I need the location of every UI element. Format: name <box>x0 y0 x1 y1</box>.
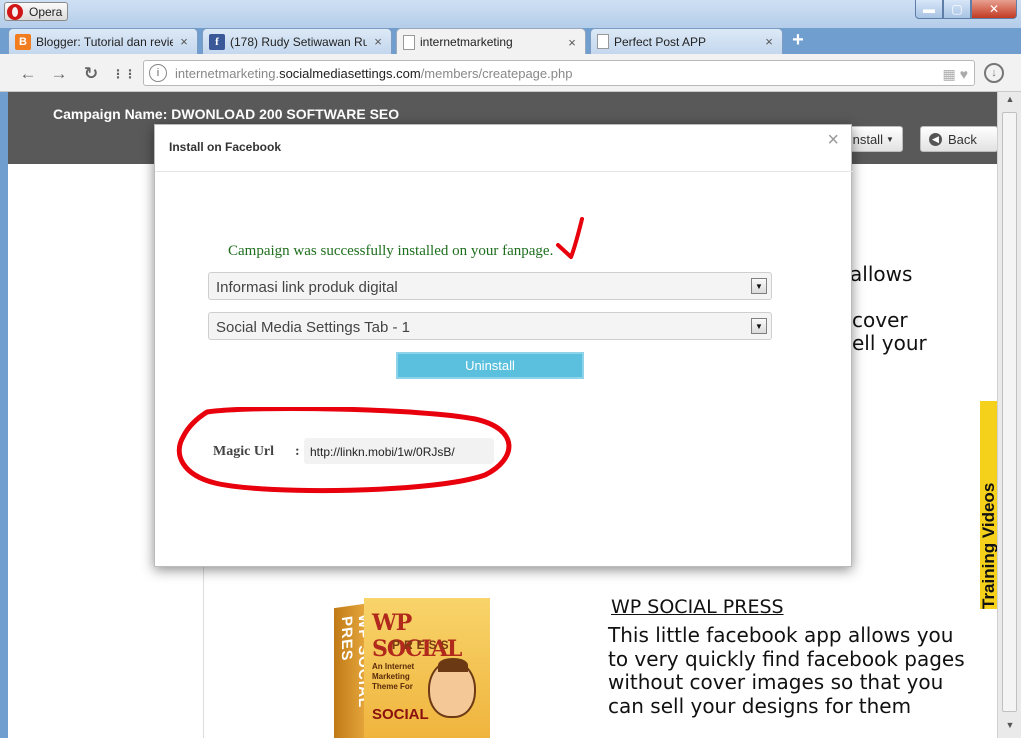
tab-bar: B Blogger: Tutorial dan revie × f (178) … <box>0 28 1021 55</box>
site-info-icon[interactable]: i <box>149 64 167 82</box>
tab-label: (178) Rudy Setiwawan Rud <box>230 34 367 49</box>
opera-logo-icon <box>7 3 23 20</box>
back-circle-icon: ◀ <box>929 132 942 146</box>
blogger-icon: B <box>15 33 31 50</box>
back-arrow-icon[interactable]: ← <box>17 63 39 85</box>
window-left-border <box>0 92 8 738</box>
product-tagline: An Internet Marketing Theme For <box>372 662 415 691</box>
new-tab-button[interactable]: + <box>789 30 807 50</box>
tab-label: Blogger: Tutorial dan revie <box>36 34 173 49</box>
heart-bookmark-icon[interactable]: ♥ <box>960 66 968 83</box>
vertical-scrollbar[interactable]: ▲ ▼ <box>997 92 1021 738</box>
background-text: ell your <box>852 331 927 355</box>
tab-close-icon[interactable]: × <box>762 34 776 49</box>
tab-facebook[interactable]: f (178) Rudy Setiwawan Rud × <box>202 28 392 54</box>
url-host: socialmediasettings.com <box>279 65 421 81</box>
scroll-up-arrow-icon[interactable]: ▲ <box>1002 94 1018 108</box>
tab-blogger[interactable]: B Blogger: Tutorial dan revie × <box>8 28 198 54</box>
success-message: Campaign was successfully installed on y… <box>228 243 554 259</box>
select-arrow-icon[interactable]: ▼ <box>751 318 767 334</box>
back-button[interactable]: ◀ Back <box>920 126 997 152</box>
magic-url-colon: : <box>295 444 300 459</box>
window-controls: ▬ ▢ ✕ <box>915 0 1017 19</box>
tab-internetmarketing[interactable]: internetmarketing × <box>396 28 586 55</box>
minimize-button[interactable]: ▬ <box>915 0 943 19</box>
modal-header: Install on Facebook × <box>155 125 853 172</box>
scrollbar-thumb[interactable] <box>1002 112 1017 712</box>
caret-down-icon: ▼ <box>885 134 894 144</box>
tab-close-icon[interactable]: × <box>371 34 385 49</box>
magic-url-label: Magic Url <box>213 444 275 459</box>
magic-url-field[interactable]: http://linkn.mobi/1w/0RJsB/ <box>304 438 494 464</box>
install-facebook-modal: Install on Facebook × Campaign was succe… <box>154 124 853 567</box>
tab-label: Perfect Post APP <box>614 34 707 49</box>
wp-social-press-product-box: WP SOCIAL PRES WP SOCIAL PRESS An Intern… <box>334 598 490 738</box>
modal-close-icon[interactable]: × <box>827 129 839 152</box>
url-prefix: internetmarketing. <box>175 65 280 81</box>
section-title[interactable]: WP SOCIAL PRESS <box>611 596 784 618</box>
download-icon[interactable]: ↓ <box>984 63 1004 83</box>
training-videos-tab[interactable]: Training Videos <box>979 401 998 609</box>
window-titlebar: Opera ▬ ▢ ✕ <box>0 0 1021 28</box>
tab-close-icon[interactable]: × <box>565 35 579 50</box>
speed-dial-icon[interactable]: ⋮⋮ <box>112 63 136 85</box>
product-social-text: SOCIAL <box>372 706 429 723</box>
address-bar[interactable]: i internetmarketing. socialmediasettings… <box>143 60 975 86</box>
cartoon-face-icon <box>428 658 476 718</box>
address-bar-actions: ▦ ♥ <box>942 66 968 83</box>
training-videos-label: Training Videos <box>979 482 998 609</box>
maximize-button[interactable]: ▢ <box>943 0 971 19</box>
product-select[interactable]: Informasi link produk digital ▼ <box>208 272 772 300</box>
modal-title: Install on Facebook <box>169 140 282 154</box>
stash-icon[interactable]: ▦ <box>942 66 955 83</box>
facebook-icon: f <box>209 33 225 50</box>
background-text: allows <box>850 262 913 286</box>
document-icon <box>403 34 415 50</box>
tab-close-icon[interactable]: × <box>177 34 191 49</box>
reload-icon[interactable]: ↻ <box>80 63 102 85</box>
product-select-value: Informasi link produk digital <box>216 279 398 296</box>
select-arrow-icon[interactable]: ▼ <box>751 278 767 294</box>
back-label: Back <box>948 131 977 147</box>
product-box-side: WP SOCIAL PRES <box>334 603 372 738</box>
background-text: cover <box>852 308 908 332</box>
tab-perfect-post-app[interactable]: Perfect Post APP × <box>590 28 783 54</box>
tab-select-value: Social Media Settings Tab - 1 <box>216 319 410 336</box>
url-path: /members/createpage.php <box>420 65 573 81</box>
install-label: Install <box>849 131 883 147</box>
tab-select[interactable]: Social Media Settings Tab - 1 ▼ <box>208 312 772 340</box>
product-box-front: WP SOCIAL PRESS An Internet Marketing Th… <box>364 598 490 738</box>
scroll-down-arrow-icon[interactable]: ▼ <box>1002 720 1018 734</box>
close-window-button[interactable]: ✕ <box>971 0 1017 19</box>
opera-menu-button[interactable]: Opera <box>4 2 68 21</box>
navigation-toolbar: ← → ↻ ⋮⋮ i internetmarketing. socialmedi… <box>0 54 1021 92</box>
section-description: This little facebook app allows you to v… <box>608 623 965 718</box>
uninstall-button[interactable]: Uninstall <box>396 352 584 379</box>
product-subtitle: PRESS <box>392 638 453 652</box>
forward-arrow-icon[interactable]: → <box>48 63 70 85</box>
tab-label: internetmarketing <box>420 35 513 49</box>
document-icon <box>597 34 609 49</box>
product-title: WP SOCIAL <box>372 610 462 662</box>
opera-menu-label: Opera <box>29 4 63 19</box>
red-check-annotation-icon <box>556 217 584 259</box>
campaign-name: Campaign Name: DWONLOAD 200 SOFTWARE SEO <box>53 106 400 122</box>
